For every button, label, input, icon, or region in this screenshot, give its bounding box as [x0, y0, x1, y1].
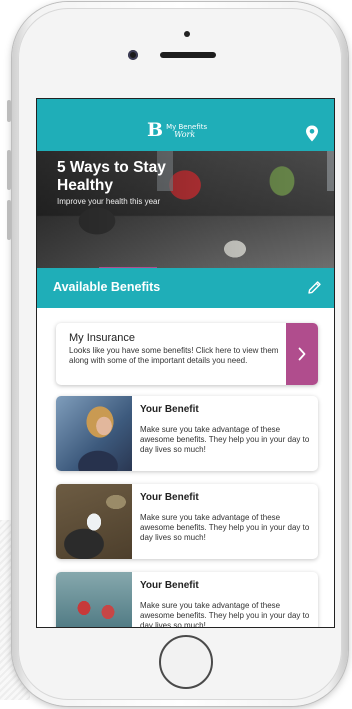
proximity-sensor — [184, 31, 190, 37]
app-header: B My Benefits Work — [37, 99, 334, 151]
insurance-description: Looks like you have some benefits! Click… — [69, 346, 279, 365]
chevron-right-icon — [298, 347, 306, 361]
logo-line-2: Work — [174, 129, 196, 139]
benefit-card[interactable]: Your Benefit Make sure you take advantag… — [56, 572, 318, 628]
benefit-description: Make sure you take advantage of these aw… — [140, 513, 310, 542]
earpiece-speaker — [160, 52, 216, 58]
hero-banner[interactable]: 5 Ways to Stay Healthy Improve your heal… — [37, 151, 334, 268]
logo-text: My Benefits Work — [166, 123, 207, 139]
edit-pencil-icon[interactable] — [307, 280, 322, 295]
hero-subtitle: Improve your health this year — [57, 197, 161, 206]
insurance-title: My Insurance — [69, 332, 136, 344]
logo-mark: B — [147, 119, 164, 141]
available-benefits-bar: Available Benefits — [37, 268, 334, 308]
front-camera — [128, 50, 138, 60]
benefit-photo-phone-desk — [56, 484, 132, 559]
phone-screen: B My Benefits Work 5 Ways to Stay Health… — [36, 98, 335, 628]
section-title: Available Benefits — [53, 280, 161, 294]
benefit-card[interactable]: Your Benefit Make sure you take advantag… — [56, 484, 318, 559]
mute-switch — [7, 100, 11, 122]
benefit-description: Make sure you take advantage of these aw… — [140, 601, 310, 628]
my-insurance-card[interactable]: My Insurance Looks like you have some be… — [56, 323, 318, 385]
benefit-card[interactable]: Your Benefit Make sure you take advantag… — [56, 396, 318, 471]
benefit-photo-headset-agent — [56, 396, 132, 471]
benefit-description: Make sure you take advantage of these aw… — [140, 425, 310, 454]
benefit-photo-surgeons — [56, 572, 132, 627]
benefit-title: Your Benefit — [140, 580, 199, 591]
app-logo[interactable]: B My Benefits Work — [147, 121, 207, 140]
benefit-title: Your Benefit — [140, 404, 199, 415]
volume-up-button — [7, 150, 11, 190]
insurance-open-button[interactable] — [286, 323, 318, 385]
volume-down-button — [7, 200, 11, 240]
location-pin-icon[interactable] — [305, 125, 319, 142]
home-button[interactable] — [159, 635, 213, 689]
benefit-title: Your Benefit — [140, 492, 199, 503]
hero-title: 5 Ways to Stay Healthy — [57, 159, 166, 194]
